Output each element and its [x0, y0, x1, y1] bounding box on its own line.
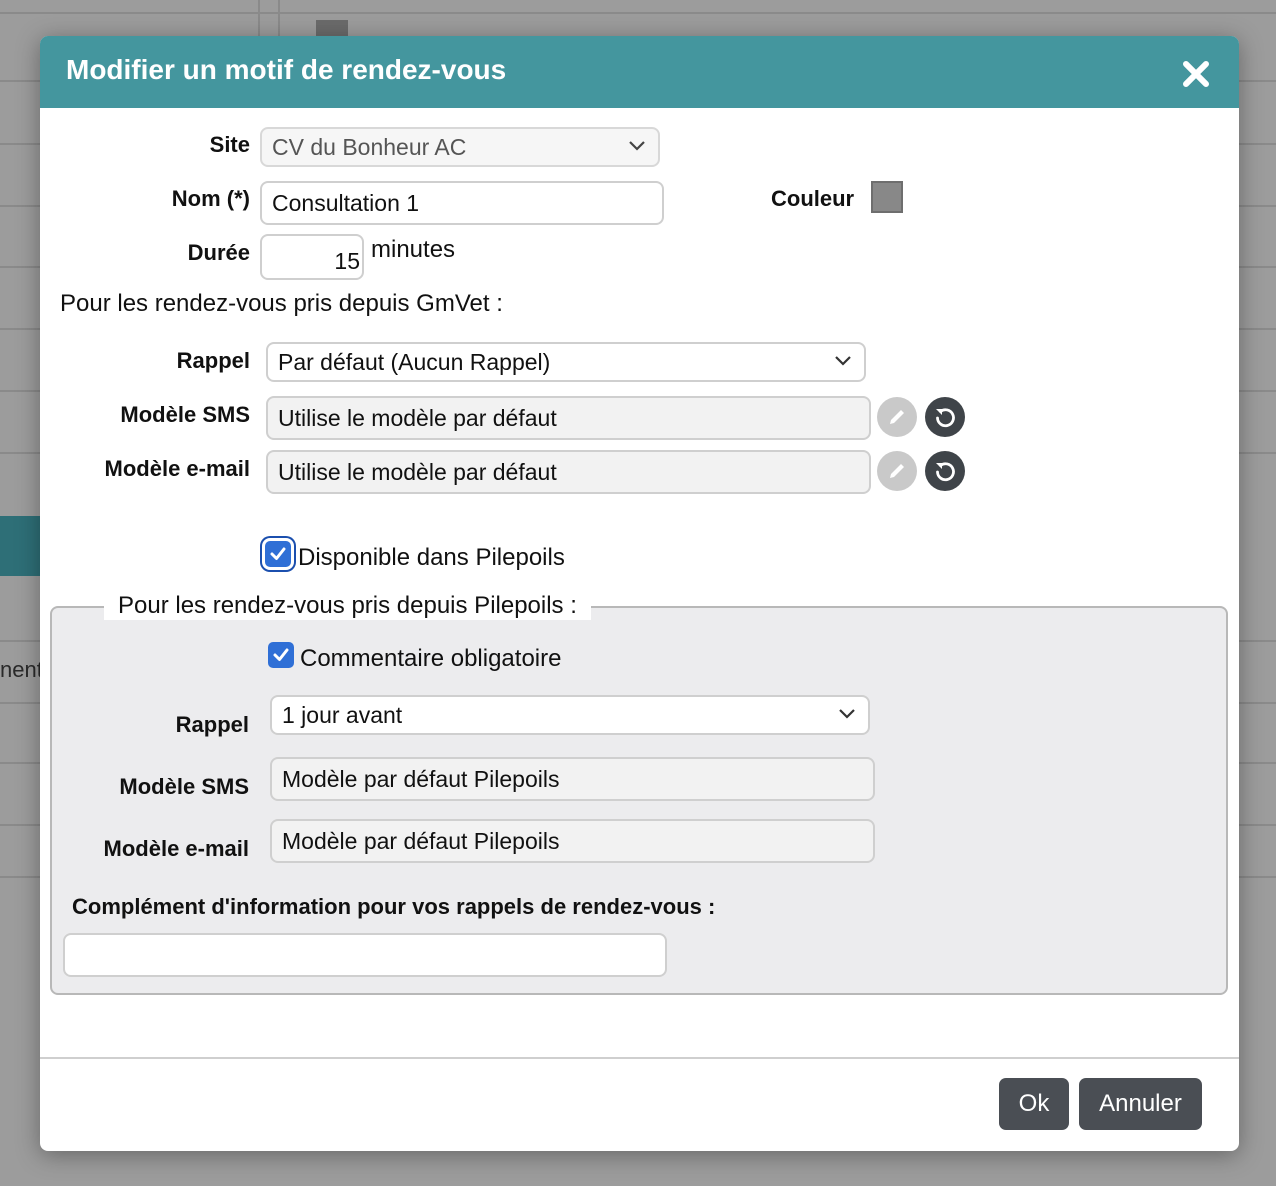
duration-label: Durée [187, 240, 250, 265]
dialog-title: Modifier un motif de rendez-vous [66, 54, 507, 85]
comment-required-label[interactable]: Commentaire obligatoire [300, 645, 561, 673]
gmvet-sms-reset-button[interactable] [925, 397, 965, 437]
checkmark-icon [270, 547, 286, 560]
gmvet-email-template-value: Utilise le modèle par défaut [278, 458, 557, 485]
close-icon [1183, 61, 1209, 87]
reset-icon [936, 462, 955, 482]
duration-unit: minutes [371, 236, 456, 263]
color-label: Couleur [771, 186, 855, 211]
pilepoils-reminder-value: 1 jour avant [282, 701, 403, 728]
cancel-button[interactable]: Annuler [1079, 1078, 1202, 1130]
pilepoils-available-label[interactable]: Disponible dans Pilepoils [298, 544, 565, 572]
pilepoils-available-checkbox[interactable] [265, 541, 291, 567]
gmvet-email-template-field: Utilise le modèle par défaut [266, 450, 871, 494]
reminder-complement-label: Complément d'information pour vos rappel… [72, 894, 716, 919]
name-input[interactable]: Consultation 1 [260, 181, 664, 225]
gmvet-reminder-select[interactable]: Par défaut (Aucun Rappel) [266, 342, 866, 382]
ok-button[interactable]: Ok [999, 1078, 1069, 1130]
pilepoils-fieldset-legend: Pour les rendez-vous pris depuis Pilepoi… [104, 592, 591, 620]
gmvet-email-template-label: Modèle e-mail [104, 456, 250, 481]
reminder-complement-input[interactable] [63, 933, 667, 977]
pilepoils-reminder-select[interactable]: 1 jour avant [270, 695, 870, 735]
chevron-down-icon [629, 141, 645, 151]
gmvet-sms-edit-button [877, 397, 917, 437]
gmvet-email-edit-button [877, 451, 917, 491]
chevron-down-icon [839, 709, 855, 719]
name-label: Nom (*) [171, 186, 250, 211]
close-button[interactable] [1180, 58, 1212, 90]
duration-input[interactable]: 15 [260, 234, 364, 280]
gmvet-email-reset-button[interactable] [925, 451, 965, 491]
background-text: nent [0, 657, 43, 682]
pilepoils-email-template-label: Modèle e-mail [103, 836, 249, 861]
gmvet-reminder-label: Rappel [176, 348, 250, 373]
background-divider [278, 0, 280, 40]
dialog-titlebar: Modifier un motif de rendez-vous [40, 36, 1239, 108]
chevron-down-icon [835, 356, 851, 366]
edit-appointment-reason-dialog: Modifier un motif de rendez-vous Site CV… [40, 36, 1239, 1151]
pilepoils-sms-template-label: Modèle SMS [119, 774, 249, 799]
site-label: Site [209, 132, 250, 157]
pilepoils-sms-template-field: Modèle par défaut Pilepoils [270, 757, 875, 801]
pilepoils-fieldset: Pour les rendez-vous pris depuis Pilepoi… [50, 592, 1228, 995]
background-divider [258, 0, 260, 40]
pilepoils-email-template-field: Modèle par défaut Pilepoils [270, 819, 875, 863]
comment-required-checkbox[interactable] [268, 642, 294, 668]
site-select[interactable]: CV du Bonheur AC [260, 127, 660, 167]
gmvet-sms-template-value: Utilise le modèle par défaut [278, 404, 557, 431]
pencil-icon [890, 410, 904, 424]
background-divider [0, 12, 1276, 14]
pilepoils-reminder-label: Rappel [175, 712, 249, 737]
site-select-value: CV du Bonheur AC [272, 133, 467, 160]
name-input-value: Consultation 1 [272, 189, 420, 216]
color-picker[interactable] [871, 181, 903, 213]
gmvet-sms-template-field: Utilise le modèle par défaut [266, 396, 871, 440]
gmvet-section-heading: Pour les rendez-vous pris depuis GmVet : [60, 290, 503, 317]
duration-input-value: 15 [334, 247, 360, 274]
pilepoils-sms-template-value: Modèle par défaut Pilepoils [282, 765, 560, 792]
background-row-highlight [0, 516, 42, 576]
pilepoils-email-template-value: Modèle par défaut Pilepoils [282, 827, 560, 854]
checkmark-icon [273, 648, 289, 661]
gmvet-reminder-value: Par défaut (Aucun Rappel) [278, 348, 551, 375]
reset-icon [936, 408, 955, 428]
footer-divider [40, 1057, 1239, 1059]
pencil-icon [890, 464, 904, 478]
gmvet-sms-template-label: Modèle SMS [120, 402, 250, 427]
